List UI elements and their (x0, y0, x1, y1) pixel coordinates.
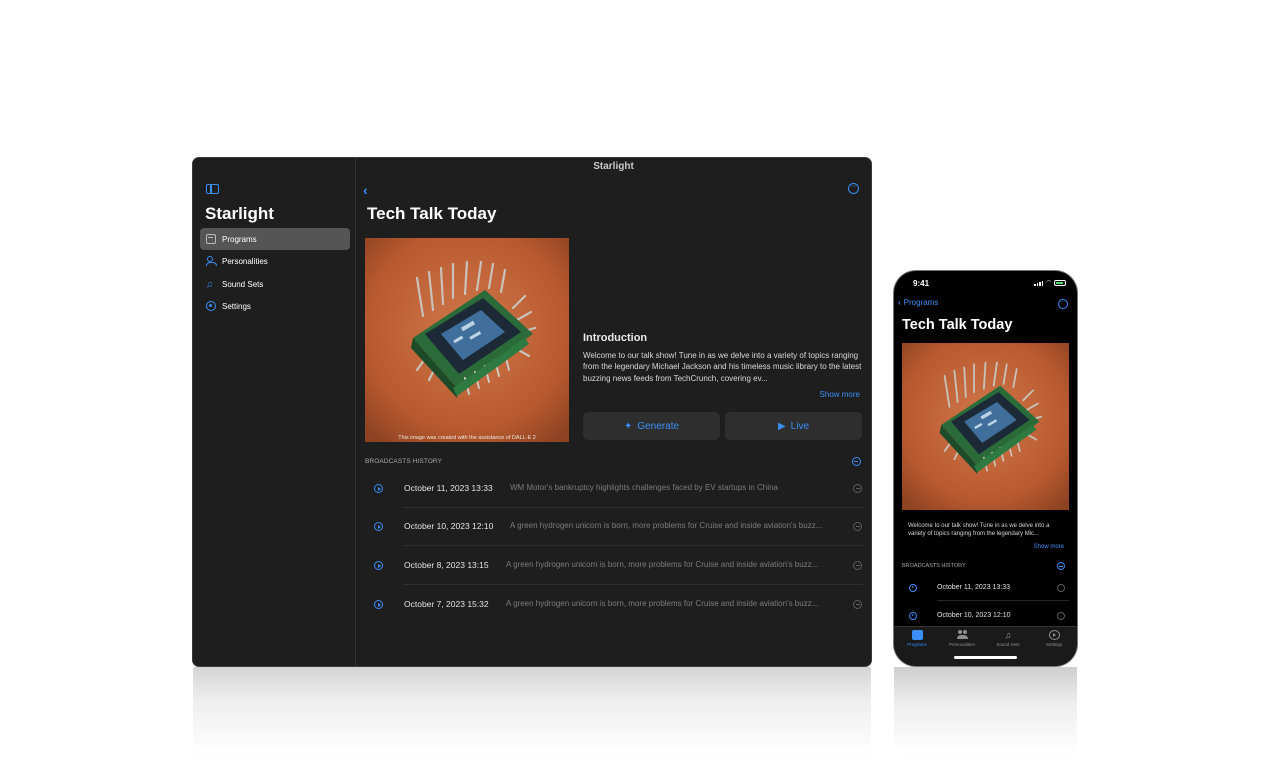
wifi-icon: ◠ (1046, 280, 1052, 286)
gear-icon (206, 301, 216, 311)
phone-device: 9:41 ◠ ‹ Programs ··· Tech Talk Today We… (894, 271, 1077, 666)
status-icons: ◠ (1034, 280, 1067, 286)
tab-personalities[interactable]: Personalities (939, 630, 985, 647)
row-more-icon[interactable] (853, 484, 862, 493)
radio-icon (911, 630, 923, 640)
history-date: October 10, 2023 12:10 (937, 612, 1011, 619)
show-more-link[interactable]: Show more (757, 390, 860, 399)
row-divider (403, 584, 863, 585)
play-circle-icon[interactable] (374, 600, 383, 609)
history-description: A green hydrogen unicorn is born, more p… (506, 560, 819, 569)
history-row[interactable]: October 11, 2023 13:33 WM Motor's bankru… (365, 470, 863, 508)
sound-icon: ♫ (206, 279, 213, 289)
mac-reflection (193, 667, 871, 760)
program-cover-image: This image was created with the assistan… (365, 238, 569, 442)
chevron-left-icon: ‹ (898, 298, 901, 307)
tab-label: Sound Sets (996, 642, 1020, 647)
page-title: Tech Talk Today (902, 317, 1013, 333)
generate-button[interactable]: ✦ Generate (583, 412, 720, 440)
sidebar-item-label: Personalities (222, 256, 268, 266)
status-time: 9:41 (913, 279, 930, 288)
row-divider (403, 545, 863, 546)
intro-text: Welcome to our talk show! Tune in as we … (583, 351, 862, 383)
tab-bar: Programs Personalities ♫ Sound Sets Sett… (894, 626, 1077, 666)
row-more-icon[interactable] (853, 600, 862, 609)
people-icon (956, 630, 968, 640)
sidebar-item-label: Sound Sets (222, 279, 264, 289)
history-date: October 11, 2023 13:33 (404, 483, 493, 493)
play-circle-icon[interactable] (374, 561, 383, 570)
history-heading: BROADCASTS HISTORY (365, 458, 443, 465)
history-row[interactable]: October 7, 2023 15:32 A green hydrogen u… (365, 586, 863, 624)
tab-label: Settings (1045, 642, 1063, 647)
main-content: ‹ ··· Tech Talk Today This image was cre… (357, 158, 871, 666)
tab-programs[interactable]: Programs (894, 630, 940, 647)
row-more-icon[interactable] (853, 561, 862, 570)
show-more-link[interactable]: Show more (994, 544, 1064, 550)
history-date: October 7, 2023 15:32 (404, 599, 489, 609)
page-title: Tech Talk Today (367, 204, 497, 223)
play-circle-icon[interactable] (374, 484, 383, 493)
sidebar: Starlight Programs Personalities ♫ Sound… (193, 158, 356, 666)
people-icon (206, 256, 217, 266)
history-date: October 11, 2023 13:33 (937, 584, 1011, 591)
row-divider (937, 600, 1069, 601)
sidebar-item-sound-sets[interactable]: ♫ Sound Sets (200, 273, 350, 295)
history-row[interactable]: October 8, 2023 13:15 A green hydrogen u… (365, 547, 863, 585)
more-options-icon[interactable]: ··· (1058, 299, 1068, 309)
intro-text: Welcome to our talk show! Tune in as we … (908, 523, 1050, 538)
history-row[interactable]: October 10, 2023 12:10 A green hydrogen … (365, 508, 863, 546)
row-more-icon[interactable] (1057, 584, 1065, 592)
home-indicator[interactable] (954, 656, 1017, 659)
radio-icon (206, 234, 216, 244)
history-options-icon[interactable] (1057, 562, 1065, 570)
sidebar-toggle-icon[interactable] (206, 184, 219, 194)
history-row[interactable]: October 11, 2023 13:33 (902, 575, 1069, 601)
tab-label: Programs (907, 642, 927, 647)
app-title: Starlight (205, 204, 274, 223)
tab-settings[interactable]: Settings (1031, 630, 1077, 647)
row-more-icon[interactable] (1057, 612, 1065, 620)
back-button[interactable]: ‹ Programs (898, 298, 938, 307)
history-description: A green hydrogen unicorn is born, more p… (506, 599, 819, 608)
sidebar-item-label: Settings (222, 301, 251, 311)
play-icon: ▶ (777, 420, 786, 432)
history-description: A green hydrogen unicorn is born, more p… (510, 521, 823, 530)
row-more-icon[interactable] (853, 522, 862, 531)
mac-window: Starlight Starlight Programs Personaliti… (193, 158, 871, 666)
sidebar-item-label: Programs (222, 234, 257, 244)
sidebar-item-personalities[interactable]: Personalities (200, 250, 350, 272)
history-options-icon[interactable] (852, 457, 861, 466)
history-heading: BROADCASTS HISTORY (902, 563, 966, 569)
tab-label: Personalities (949, 642, 975, 647)
signal-icon (1034, 281, 1043, 286)
music-note-icon: ♫ (1004, 630, 1012, 640)
live-button[interactable]: ▶ Live (725, 412, 862, 440)
play-circle-icon[interactable] (909, 584, 917, 592)
more-options-icon[interactable]: ··· (848, 183, 859, 194)
intro-heading: Introduction (583, 332, 648, 344)
back-label: Programs (903, 298, 939, 307)
play-circle-icon[interactable] (909, 612, 917, 620)
sidebar-item-programs[interactable]: Programs (200, 228, 350, 250)
live-label: Live (790, 420, 810, 432)
generate-label: Generate (637, 420, 680, 432)
phone-reflection (894, 667, 1077, 760)
battery-icon (1054, 280, 1067, 286)
history-date: October 8, 2023 13:15 (404, 560, 489, 570)
play-circle-icon[interactable] (374, 522, 383, 531)
history-description: WM Motor's bankruptcy highlights challen… (510, 483, 778, 492)
back-chevron-icon[interactable]: ‹ (363, 182, 368, 198)
sidebar-item-settings[interactable]: Settings (200, 295, 350, 317)
history-date: October 10, 2023 12:10 (404, 521, 494, 531)
program-cover-image (902, 343, 1069, 510)
tab-sound-sets[interactable]: ♫ Sound Sets (985, 630, 1031, 647)
play-circle-icon (1048, 630, 1060, 640)
cover-caption: This image was created with the assistan… (398, 435, 536, 441)
sparkles-icon: ✦ (623, 420, 633, 432)
